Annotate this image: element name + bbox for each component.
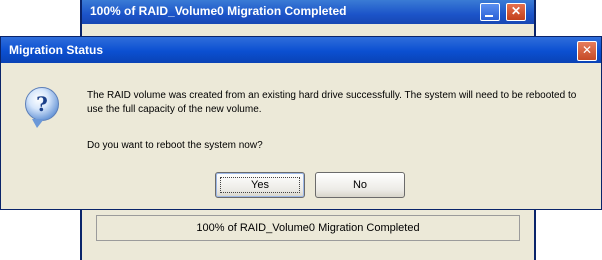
no-button-label: No [352, 179, 368, 191]
no-button[interactable]: No [315, 172, 405, 198]
focus-rectangle [220, 177, 300, 193]
migration-status-dialog: Migration Status ✕ ? The RAID volume was… [0, 36, 602, 210]
background-close-button[interactable]: ✕ [506, 3, 526, 21]
minimize-button[interactable] [480, 3, 500, 21]
dialog-question: Do you want to reboot the system now? [87, 140, 263, 151]
background-window-title: 100% of RAID_Volume0 Migration Completed [82, 0, 534, 24]
dialog-message: The RAID volume was created from an exis… [87, 90, 577, 115]
question-icon: ? [25, 87, 59, 128]
dialog-title: Migration Status [1, 37, 601, 63]
yes-button[interactable]: Yes [215, 172, 305, 198]
migration-status-text: 100% of RAID_Volume0 Migration Completed [96, 215, 520, 241]
dialog-close-button[interactable]: ✕ [577, 41, 597, 61]
